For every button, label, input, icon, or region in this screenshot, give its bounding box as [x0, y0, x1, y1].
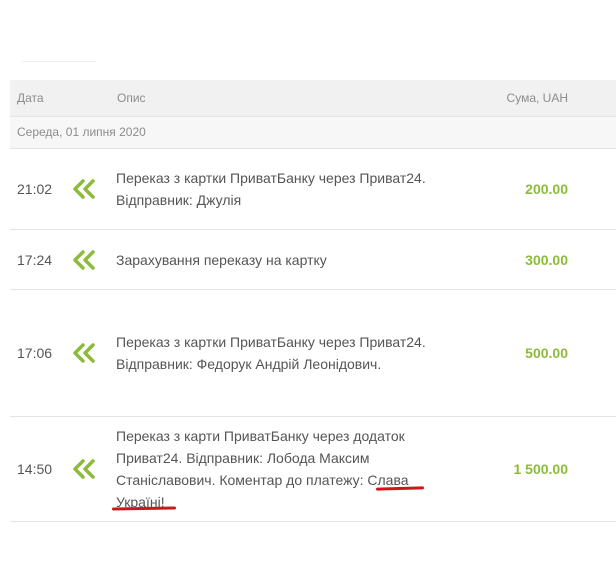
transaction-amount: 1 500.00 — [513, 461, 569, 477]
day-group-header: Середа, 01 липня 2020 — [10, 116, 616, 149]
table-header: Дата Опис Сума, UAH — [10, 80, 616, 116]
transaction-time: 14:50 — [17, 461, 53, 477]
table-row[interactable]: 14:50 Переказ з карти ПриватБанку через … — [10, 417, 616, 522]
column-header-date[interactable]: Дата — [17, 91, 44, 105]
transaction-time: 21:02 — [17, 181, 53, 197]
double-chevron-left-icon — [73, 249, 95, 270]
table-row[interactable]: 17:06 Переказ з картки ПриватБанку через… — [10, 290, 616, 417]
page: Дата Опис Сума, UAH Середа, 01 липня 202… — [0, 0, 616, 567]
double-chevron-left-icon — [73, 343, 95, 363]
transaction-amount: 200.00 — [525, 181, 568, 197]
transaction-amount: 500.00 — [525, 345, 568, 361]
transaction-description: Переказ з картки ПриватБанку через Прива… — [116, 170, 426, 208]
table-row[interactable]: 21:02 Переказ з картки ПриватБанку через… — [10, 149, 616, 230]
transaction-description: Переказ з картки ПриватБанку через Прива… — [116, 334, 426, 372]
double-chevron-left-icon — [73, 179, 95, 199]
transactions-table: Дата Опис Сума, UAH Середа, 01 липня 202… — [10, 80, 616, 522]
transaction-time: 17:06 — [17, 345, 53, 361]
top-divider — [22, 61, 96, 62]
transaction-amount: 300.00 — [525, 251, 568, 268]
day-label: Середа, 01 липня 2020 — [17, 125, 146, 139]
column-header-description: Опис — [117, 91, 146, 105]
column-header-amount[interactable]: Сума, UAH — [507, 91, 568, 105]
table-row[interactable]: 17:24 Зарахування переказу на картку 300… — [10, 230, 616, 290]
transaction-description: Переказ з карти ПриватБанку через додато… — [116, 428, 409, 510]
double-chevron-left-icon — [73, 459, 95, 479]
transaction-time: 17:24 — [17, 251, 53, 268]
transaction-description: Зарахування переказу на картку — [116, 251, 327, 268]
